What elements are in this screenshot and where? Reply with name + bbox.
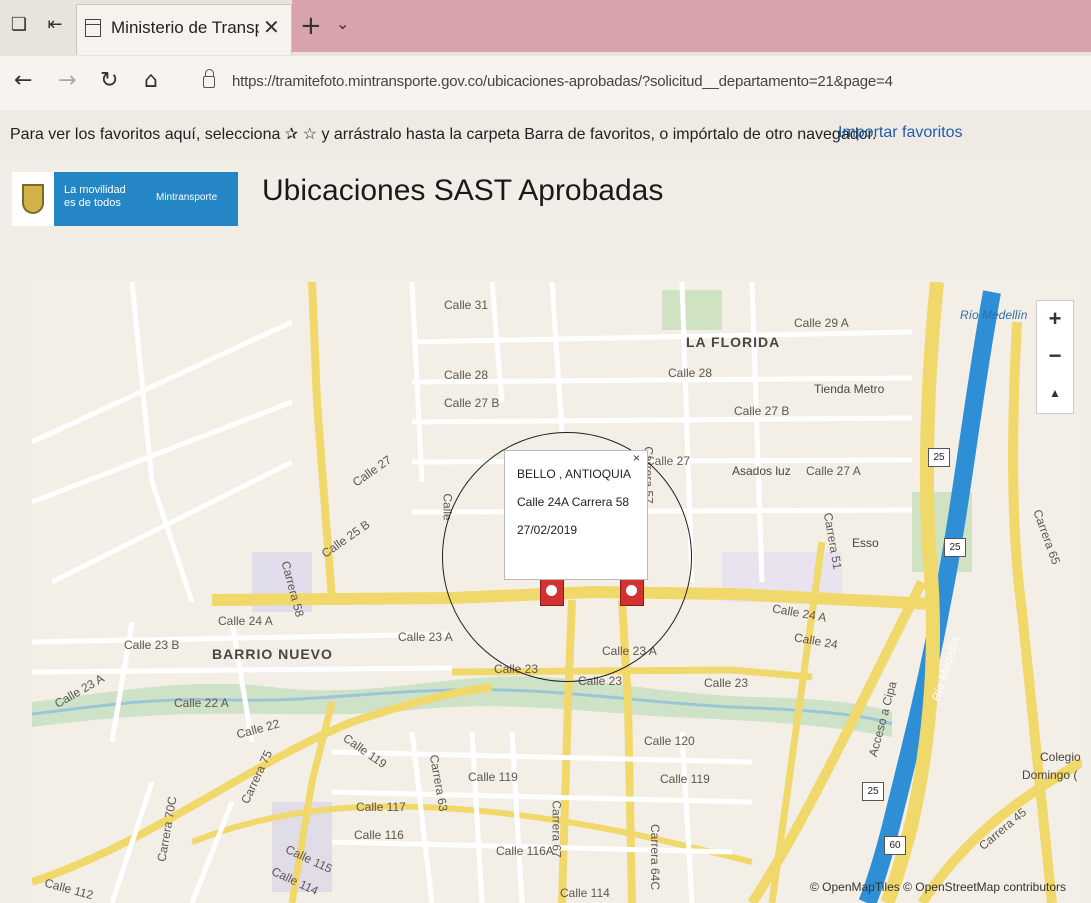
river-label: Río Medellín	[960, 308, 1028, 322]
close-tab-icon[interactable]: ✕	[263, 15, 280, 39]
street-label: Calle 23 B	[124, 638, 180, 652]
tab-list-chevron-icon[interactable]: ⌄	[336, 14, 349, 33]
street-label: Calle 116	[354, 828, 404, 842]
tab-strip: ❏ ⇤ Ministerio de Transporte ✕ + ⌄	[0, 0, 1091, 56]
favorites-hint: Para ver los favoritos aquí, selecciona …	[10, 126, 877, 143]
street-label: Calle 114	[560, 886, 610, 900]
street-label: Carrera 64C	[648, 823, 663, 891]
street-label: Calle 23	[704, 676, 749, 690]
page-content: La movilidad es de todos Mintransporte U…	[0, 160, 1091, 903]
street-label: Calle 23 A	[398, 630, 453, 644]
coat-of-arms-icon	[12, 172, 54, 226]
road-shield: 25	[862, 782, 884, 801]
street-label: Calle 28	[444, 368, 489, 382]
popup-close-icon[interactable]: ×	[633, 451, 640, 465]
street-label: Calle 22 A	[174, 696, 229, 710]
popup-city: BELLO , ANTIOQUIA	[517, 467, 632, 481]
zoom-control: + − ▲	[1036, 300, 1074, 414]
set-aside-tabs-icon[interactable]: ⇤	[44, 14, 66, 36]
popup-address: Calle 24A Carrera 58	[517, 495, 630, 509]
street-label: Calle 27 B	[444, 396, 500, 410]
street-label: Calle 116A	[496, 844, 554, 858]
street-label: Calle 120	[644, 734, 695, 748]
logo-slogan: La movilidad es de todos	[64, 184, 126, 209]
tab-actions-icon[interactable]: ❏	[8, 14, 30, 36]
road-shield: 25	[928, 448, 950, 467]
poi-asados-luz[interactable]: Asados luz	[732, 464, 791, 478]
district-label: BARRIO NUEVO	[212, 646, 333, 662]
street-label: Calle 31	[444, 298, 489, 312]
lock-icon[interactable]	[203, 69, 215, 88]
home-icon[interactable]: ⌂	[144, 68, 158, 93]
refresh-icon[interactable]: ↻	[100, 68, 118, 93]
poi-colegio-2[interactable]: Domingo (	[1022, 768, 1077, 782]
location-popup: × BELLO , ANTIOQUIA Calle 24A Carrera 58…	[504, 450, 648, 580]
map-attribution[interactable]: © OpenMapTiles © OpenStreetMap contribut…	[810, 880, 1066, 894]
street-label: Calle 29 A	[794, 316, 849, 330]
poi-colegio[interactable]: Colegio	[1040, 750, 1081, 764]
tab-strip-empty-area[interactable]	[292, 0, 1091, 52]
street-label: Calle 24 A	[218, 614, 273, 628]
zoom-in-button[interactable]: +	[1037, 301, 1073, 338]
street-label: Calle 119	[468, 770, 518, 784]
road-shield: 60	[884, 836, 906, 855]
street-label: Calle 117	[356, 800, 406, 814]
forward-icon[interactable]: →	[58, 68, 76, 93]
street-label: Calle 27 A	[806, 464, 861, 478]
street-label: Calle 28	[668, 366, 713, 380]
district-label: LA FLORIDA	[686, 334, 781, 350]
popup-date: 27/02/2019	[517, 523, 578, 537]
navigation-bar: ← → ↻ ⌂ https://tramitefoto.mintransport…	[0, 56, 1091, 110]
address-bar-url[interactable]: https://tramitefoto.mintransporte.gov.co…	[232, 73, 893, 90]
import-favorites-link[interactable]: Importar favoritos	[838, 124, 962, 142]
poi-tienda-metro[interactable]: Tienda Metro	[814, 382, 884, 396]
compass-icon[interactable]: ▲	[1037, 375, 1073, 412]
street-label: Calle 119	[660, 772, 710, 786]
back-icon[interactable]: ←	[14, 68, 32, 93]
favorites-bar: Para ver los favoritos aquí, selecciona …	[0, 110, 1091, 160]
street-label: Calle 27 B	[734, 404, 790, 418]
zoom-out-button[interactable]: −	[1037, 338, 1073, 375]
new-tab-icon[interactable]: +	[300, 11, 322, 41]
logo-ministry: Mintransporte	[156, 192, 218, 203]
mintransporte-logo[interactable]: La movilidad es de todos Mintransporte	[12, 172, 238, 226]
road-shield: 25	[944, 538, 966, 557]
tab-title: Ministerio de Transporte	[111, 18, 259, 37]
map[interactable]: LA FLORIDA BARRIO NUEVO Calle 31 Calle 2…	[32, 282, 1082, 903]
page-icon	[85, 19, 101, 37]
poi-esso[interactable]: Esso	[852, 536, 879, 550]
tab-ministerio[interactable]: Ministerio de Transporte ✕	[76, 4, 292, 55]
street-label: Carrera 67	[549, 800, 564, 858]
page-title: Ubicaciones SAST Aprobadas	[262, 174, 664, 207]
